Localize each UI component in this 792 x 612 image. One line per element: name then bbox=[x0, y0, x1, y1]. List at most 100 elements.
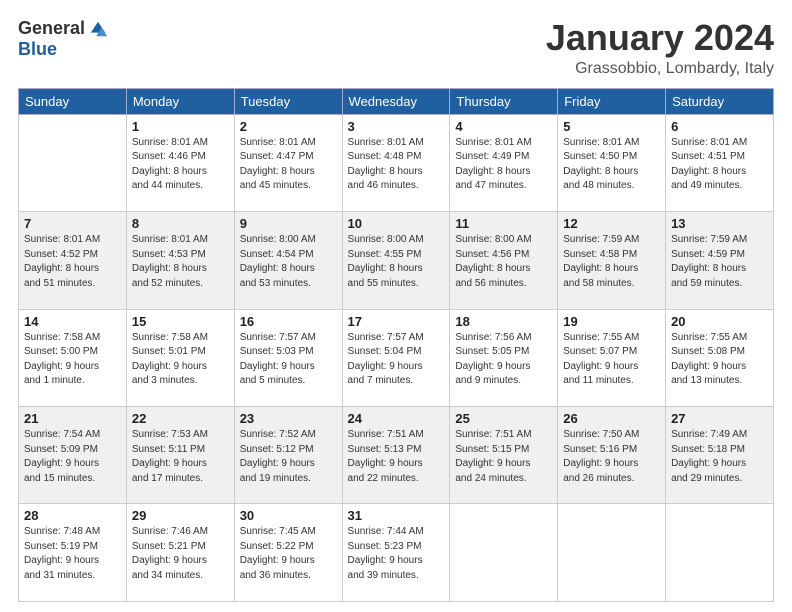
weekday-header-row: SundayMondayTuesdayWednesdayThursdayFrid… bbox=[19, 88, 774, 114]
cell-info: Sunrise: 7:59 AMSunset: 4:58 PMDaylight:… bbox=[563, 233, 660, 291]
date-number: 15 bbox=[132, 314, 229, 329]
week-row-1: 1 Sunrise: 8:01 AMSunset: 4:46 PMDaylight… bbox=[19, 114, 774, 211]
cell-info: Sunrise: 8:01 AMSunset: 4:47 PMDaylight:… bbox=[240, 136, 337, 194]
calendar-cell: 24 Sunrise: 7:51 AMSunset: 5:13 PMDayligh… bbox=[342, 407, 450, 504]
date-number: 12 bbox=[563, 216, 660, 231]
date-number: 25 bbox=[455, 411, 552, 426]
date-number: 20 bbox=[671, 314, 768, 329]
location-subtitle: Grassobbio, Lombardy, Italy bbox=[546, 60, 774, 78]
cell-info: Sunrise: 7:58 AMSunset: 5:01 PMDaylight:… bbox=[132, 331, 229, 389]
calendar-cell: 21 Sunrise: 7:54 AMSunset: 5:09 PMDayligh… bbox=[19, 407, 127, 504]
cell-info: Sunrise: 7:53 AMSunset: 5:11 PMDaylight:… bbox=[132, 428, 229, 486]
cell-info: Sunrise: 8:00 AMSunset: 4:54 PMDaylight:… bbox=[240, 233, 337, 291]
cell-info: Sunrise: 7:55 AMSunset: 5:07 PMDaylight:… bbox=[563, 331, 660, 389]
logo-text: General bbox=[18, 18, 107, 39]
weekday-saturday: Saturday bbox=[666, 88, 774, 114]
date-number: 21 bbox=[24, 411, 121, 426]
week-row-4: 21 Sunrise: 7:54 AMSunset: 5:09 PMDayligh… bbox=[19, 407, 774, 504]
cell-info: Sunrise: 8:00 AMSunset: 4:55 PMDaylight:… bbox=[348, 233, 445, 291]
calendar-cell: 26 Sunrise: 7:50 AMSunset: 5:16 PMDayligh… bbox=[558, 407, 666, 504]
date-number: 7 bbox=[24, 216, 121, 231]
cell-info: Sunrise: 8:00 AMSunset: 4:56 PMDaylight:… bbox=[455, 233, 552, 291]
date-number: 5 bbox=[563, 119, 660, 134]
date-number: 1 bbox=[132, 119, 229, 134]
calendar-cell: 31Sunrise: 7:44 AMSunset: 5:23 PMDayligh… bbox=[342, 504, 450, 602]
weekday-wednesday: Wednesday bbox=[342, 88, 450, 114]
date-number: 30 bbox=[240, 508, 337, 523]
week-row-3: 14 Sunrise: 7:58 AMSunset: 5:00 PMDayligh… bbox=[19, 309, 774, 406]
calendar-cell: 19Sunrise: 7:55 AMSunset: 5:07 PMDayligh… bbox=[558, 309, 666, 406]
cell-info: Sunrise: 7:49 AMSunset: 5:18 PMDaylight:… bbox=[671, 428, 768, 486]
logo-icon bbox=[89, 20, 107, 38]
cell-info: Sunrise: 8:01 AMSunset: 4:50 PMDaylight:… bbox=[563, 136, 660, 194]
date-number: 4 bbox=[455, 119, 552, 134]
date-number: 3 bbox=[348, 119, 445, 134]
date-number: 2 bbox=[240, 119, 337, 134]
calendar-cell: 2 Sunrise: 8:01 AMSunset: 4:47 PMDaylight… bbox=[234, 114, 342, 211]
date-number: 28 bbox=[24, 508, 121, 523]
date-number: 24 bbox=[348, 411, 445, 426]
cell-info: Sunrise: 7:52 AMSunset: 5:12 PMDaylight:… bbox=[240, 428, 337, 486]
calendar-cell: 23 Sunrise: 7:52 AMSunset: 5:12 PMDayligh… bbox=[234, 407, 342, 504]
date-number: 27 bbox=[671, 411, 768, 426]
calendar-cell: 11 Sunrise: 8:00 AMSunset: 4:56 PMDayligh… bbox=[450, 212, 558, 309]
cell-info: Sunrise: 7:45 AMSunset: 5:22 PMDaylight:… bbox=[240, 525, 337, 583]
date-number: 26 bbox=[563, 411, 660, 426]
calendar-cell bbox=[19, 114, 127, 211]
cell-info: Sunrise: 7:56 AMSunset: 5:05 PMDaylight:… bbox=[455, 331, 552, 389]
cell-info: Sunrise: 8:01 AMSunset: 4:53 PMDaylight:… bbox=[132, 233, 229, 291]
cell-info: Sunrise: 8:01 AMSunset: 4:46 PMDaylight:… bbox=[132, 136, 229, 194]
date-number: 8 bbox=[132, 216, 229, 231]
cell-info: Sunrise: 7:58 AMSunset: 5:00 PMDaylight:… bbox=[24, 331, 121, 389]
cell-info: Sunrise: 7:57 AMSunset: 5:03 PMDaylight:… bbox=[240, 331, 337, 389]
weekday-sunday: Sunday bbox=[19, 88, 127, 114]
calendar-cell: 8 Sunrise: 8:01 AMSunset: 4:53 PMDaylight… bbox=[126, 212, 234, 309]
cell-info: Sunrise: 7:55 AMSunset: 5:08 PMDaylight:… bbox=[671, 331, 768, 389]
calendar-cell: 16 Sunrise: 7:57 AMSunset: 5:03 PMDayligh… bbox=[234, 309, 342, 406]
calendar-cell: 3 Sunrise: 8:01 AMSunset: 4:48 PMDaylight… bbox=[342, 114, 450, 211]
cell-info: Sunrise: 7:48 AMSunset: 5:19 PMDaylight:… bbox=[24, 525, 121, 583]
calendar-cell: 27 Sunrise: 7:49 AMSunset: 5:18 PMDayligh… bbox=[666, 407, 774, 504]
calendar-cell: 7 Sunrise: 8:01 AMSunset: 4:52 PMDaylight… bbox=[19, 212, 127, 309]
header: General Blue January 2024 Grassobbio, Lo… bbox=[18, 18, 774, 78]
date-number: 22 bbox=[132, 411, 229, 426]
logo: General Blue bbox=[18, 18, 107, 60]
date-number: 29 bbox=[132, 508, 229, 523]
calendar-cell: 25 Sunrise: 7:51 AMSunset: 5:15 PMDayligh… bbox=[450, 407, 558, 504]
date-number: 18 bbox=[455, 314, 552, 329]
date-number: 17 bbox=[348, 314, 445, 329]
date-number: 13 bbox=[671, 216, 768, 231]
date-number: 11 bbox=[455, 216, 552, 231]
cell-info: Sunrise: 7:59 AMSunset: 4:59 PMDaylight:… bbox=[671, 233, 768, 291]
weekday-friday: Friday bbox=[558, 88, 666, 114]
cell-info: Sunrise: 7:51 AMSunset: 5:13 PMDaylight:… bbox=[348, 428, 445, 486]
calendar-cell: 29 Sunrise: 7:46 AMSunset: 5:21 PMDayligh… bbox=[126, 504, 234, 602]
date-number: 10 bbox=[348, 216, 445, 231]
logo-blue-text: Blue bbox=[18, 39, 57, 60]
calendar-cell bbox=[666, 504, 774, 602]
calendar-cell: 12 Sunrise: 7:59 AMSunset: 4:58 PMDayligh… bbox=[558, 212, 666, 309]
date-number: 16 bbox=[240, 314, 337, 329]
date-number: 14 bbox=[24, 314, 121, 329]
title-block: January 2024 Grassobbio, Lombardy, Italy bbox=[546, 18, 774, 78]
date-number: 31 bbox=[348, 508, 445, 523]
cell-info: Sunrise: 7:50 AMSunset: 5:16 PMDaylight:… bbox=[563, 428, 660, 486]
logo-blue: Blue bbox=[18, 39, 57, 60]
calendar-cell: 20 Sunrise: 7:55 AMSunset: 5:08 PMDayligh… bbox=[666, 309, 774, 406]
cell-info: Sunrise: 7:51 AMSunset: 5:15 PMDaylight:… bbox=[455, 428, 552, 486]
calendar-cell: 4Sunrise: 8:01 AMSunset: 4:49 PMDaylight… bbox=[450, 114, 558, 211]
cell-info: Sunrise: 7:54 AMSunset: 5:09 PMDaylight:… bbox=[24, 428, 121, 486]
weekday-thursday: Thursday bbox=[450, 88, 558, 114]
cell-info: Sunrise: 8:01 AMSunset: 4:48 PMDaylight:… bbox=[348, 136, 445, 194]
calendar-cell: 28 Sunrise: 7:48 AMSunset: 5:19 PMDayligh… bbox=[19, 504, 127, 602]
date-number: 23 bbox=[240, 411, 337, 426]
calendar-cell: 6Sunrise: 8:01 AMSunset: 4:51 PMDaylight… bbox=[666, 114, 774, 211]
week-row-5: 28 Sunrise: 7:48 AMSunset: 5:19 PMDayligh… bbox=[19, 504, 774, 602]
cell-info: Sunrise: 7:46 AMSunset: 5:21 PMDaylight:… bbox=[132, 525, 229, 583]
calendar-cell: 22 Sunrise: 7:53 AMSunset: 5:11 PMDayligh… bbox=[126, 407, 234, 504]
calendar-cell: 10 Sunrise: 8:00 AMSunset: 4:55 PMDayligh… bbox=[342, 212, 450, 309]
date-number: 9 bbox=[240, 216, 337, 231]
calendar-cell: 18 Sunrise: 7:56 AMSunset: 5:05 PMDayligh… bbox=[450, 309, 558, 406]
cell-info: Sunrise: 8:01 AMSunset: 4:52 PMDaylight:… bbox=[24, 233, 121, 291]
calendar-cell: 17Sunrise: 7:57 AMSunset: 5:04 PMDayligh… bbox=[342, 309, 450, 406]
